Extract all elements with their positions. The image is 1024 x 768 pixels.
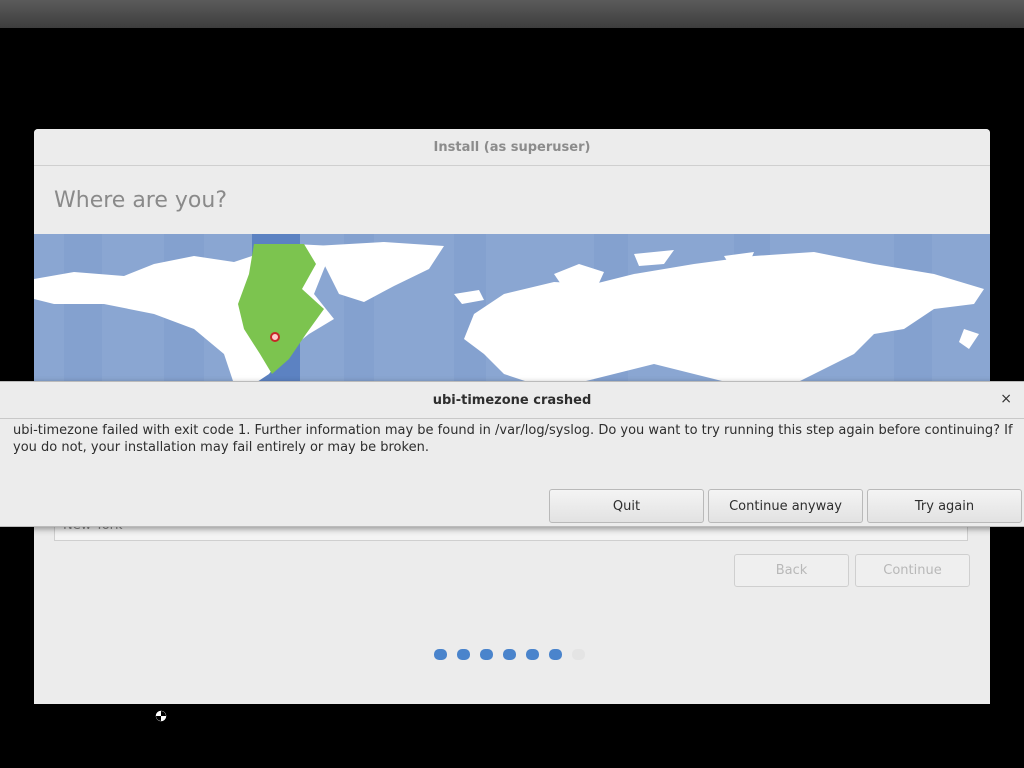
location-marker bbox=[270, 332, 280, 342]
progress-dot bbox=[549, 649, 562, 660]
installer-title: Install (as superuser) bbox=[433, 139, 591, 155]
crash-message: ubi-timezone failed with exit code 1. Fu… bbox=[13, 423, 1013, 455]
progress-dot bbox=[457, 649, 470, 660]
crash-dialog: ubi-timezone crashed × ubi-timezone fail… bbox=[0, 381, 1024, 527]
progress-dot bbox=[480, 649, 493, 660]
installer-titlebar: Install (as superuser) bbox=[34, 129, 990, 166]
crash-dialog-title: ubi-timezone crashed bbox=[432, 392, 592, 408]
progress-dot bbox=[434, 649, 447, 660]
desktop-top-panel bbox=[0, 0, 1024, 28]
back-button[interactable]: Back bbox=[734, 554, 849, 587]
progress-dot bbox=[572, 649, 585, 660]
progress-dot bbox=[503, 649, 516, 660]
progress-dots bbox=[434, 649, 585, 660]
busy-cursor-icon bbox=[154, 709, 168, 723]
try-again-button[interactable]: Try again bbox=[867, 489, 1022, 523]
continue-button[interactable]: Continue bbox=[855, 554, 970, 587]
world-map-graphic bbox=[34, 234, 984, 384]
close-icon[interactable]: × bbox=[1000, 391, 1012, 407]
continue-anyway-button[interactable]: Continue anyway bbox=[708, 489, 863, 523]
timezone-map[interactable] bbox=[34, 234, 990, 384]
page-heading: Where are you? bbox=[54, 187, 227, 213]
quit-button[interactable]: Quit bbox=[549, 489, 704, 523]
progress-dot bbox=[526, 649, 539, 660]
crash-dialog-titlebar: ubi-timezone crashed × bbox=[0, 382, 1024, 419]
